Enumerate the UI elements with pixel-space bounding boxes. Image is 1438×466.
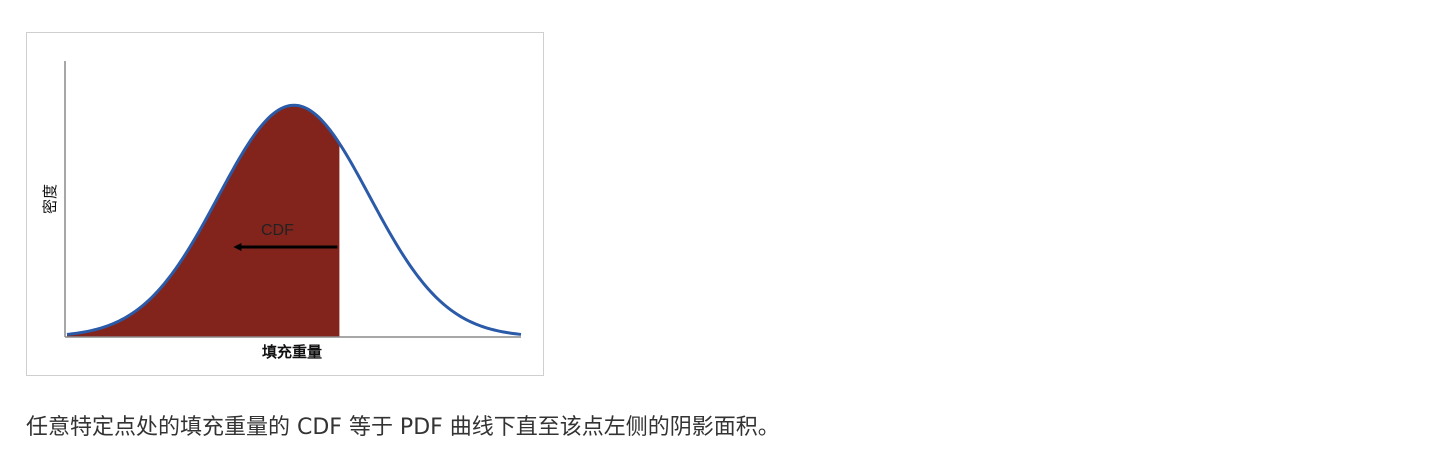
chart-figure: CDF 填充重量 密度 (26, 32, 544, 376)
x-axis-label: 填充重量 (262, 343, 322, 361)
figure-caption: 任意特定点处的填充重量的 CDF 等于 PDF 曲线下直至该点左侧的阴影面积。 (26, 415, 780, 440)
y-axis-label: 密度 (41, 184, 59, 214)
chart-svg: CDF 填充重量 密度 (41, 61, 522, 361)
cdf-annotation-label: CDF (261, 222, 294, 239)
